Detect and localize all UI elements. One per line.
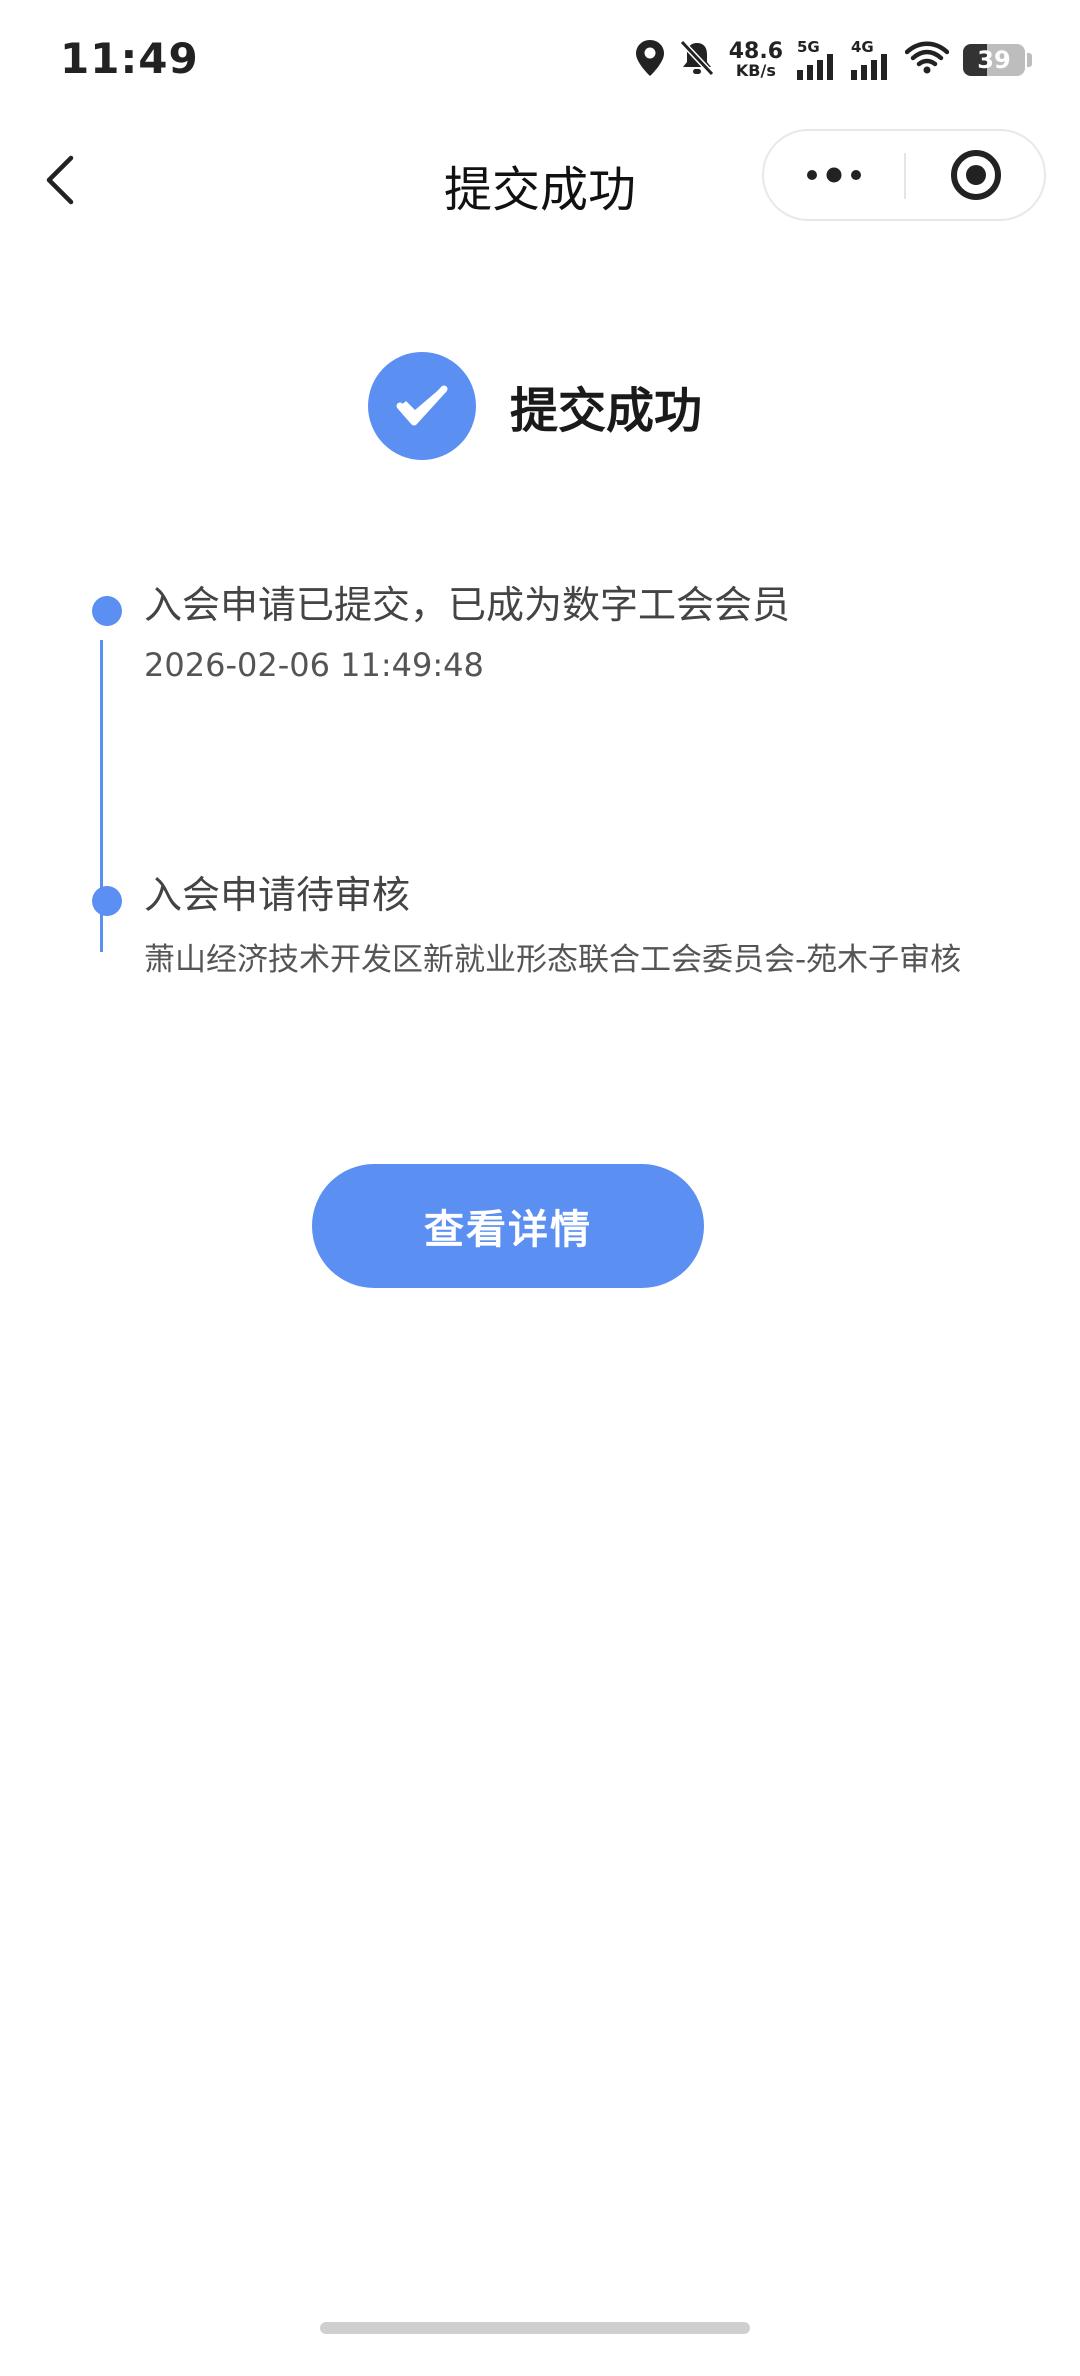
timeline-item-reviewer: 萧山经济技术开发区新就业形态联合工会委员会-苑木子审核 — [144, 942, 962, 978]
location-icon — [635, 39, 665, 81]
target-close-icon — [951, 150, 1001, 200]
timeline-dot — [92, 596, 122, 626]
signal-5g: 5G — [797, 40, 837, 80]
success-header: 提交成功 — [368, 352, 702, 460]
timeline-dot — [92, 886, 122, 916]
net-speed: 48.6 KB/s — [729, 41, 783, 79]
signal-bars-icon — [851, 54, 887, 80]
success-title: 提交成功 — [510, 383, 703, 439]
nav-bar: 提交成功 — [0, 120, 1080, 240]
more-button[interactable] — [764, 131, 904, 219]
signal-5g-label: 5G — [797, 38, 820, 56]
checkmark-icon — [396, 385, 448, 426]
close-mini-program-button[interactable] — [906, 131, 1046, 219]
signal-bars-icon — [797, 54, 833, 80]
signal-4g: 4G — [851, 40, 891, 80]
timeline-item-title: 入会申请已提交，已成为数字工会会员 — [144, 583, 791, 627]
battery-level: 39 — [977, 46, 1011, 74]
timeline-item-title: 入会申请待审核 — [144, 873, 411, 917]
timeline: 入会申请已提交，已成为数字工会会员 2026-02-06 11:49:48 入会… — [0, 560, 1080, 1000]
battery-cap — [1027, 53, 1032, 67]
status-time: 11:49 — [60, 34, 199, 83]
signal-4g-label: 4G — [851, 38, 874, 56]
net-speed-value: 48.6 — [728, 39, 783, 64]
home-indicator[interactable] — [320, 2322, 750, 2334]
bell-muted-icon — [679, 39, 715, 81]
success-badge — [368, 352, 476, 460]
timeline-item-timestamp: 2026-02-06 11:49:48 — [144, 646, 484, 684]
battery-indicator: 39 — [963, 44, 1025, 76]
status-icons: 48.6 KB/s 5G 4G 39 — [635, 36, 1032, 84]
mini-program-capsule — [762, 129, 1046, 221]
status-bar: 11:49 48.6 KB/s 5G 4G 39 — [0, 0, 1080, 120]
more-dots-icon — [807, 167, 861, 183]
view-details-button[interactable]: 查看详情 — [312, 1164, 704, 1288]
wifi-icon — [904, 41, 950, 79]
net-speed-unit: KB/s — [735, 61, 776, 80]
